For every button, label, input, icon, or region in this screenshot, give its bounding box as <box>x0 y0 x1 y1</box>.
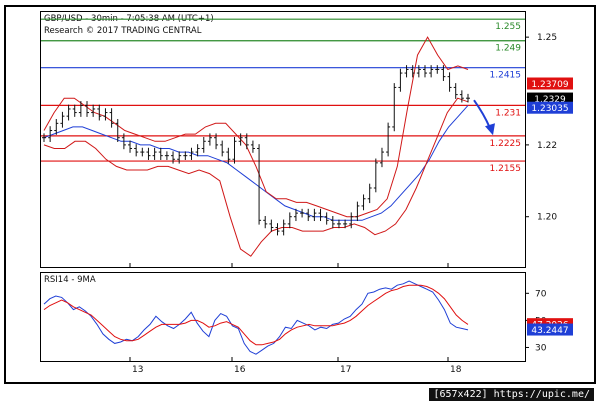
level-label: 1.2225 <box>490 139 522 149</box>
price-badge-label: 1.23709 <box>531 80 568 90</box>
level-label: 1.255 <box>495 22 521 32</box>
x-tick-label: 18 <box>450 365 462 375</box>
x-tick-label: 16 <box>234 365 246 375</box>
price-badge-label: 1.23035 <box>531 104 568 114</box>
chart-svg: 1.20 1.22 1.25 1.255 1.249 1.2415 1.231 1.2225 1… <box>41 18 573 375</box>
price-y-tick-label: 1.22 <box>537 141 557 151</box>
level-label: 1.249 <box>495 44 521 54</box>
bollinger-upper-line <box>43 36 469 218</box>
rsi-ma-line <box>43 284 469 346</box>
rsi-line <box>43 280 469 355</box>
forecast-arrow-line <box>473 99 491 129</box>
x-tick-label: 17 <box>340 365 351 375</box>
price-y-tick-label: 1.25 <box>537 33 557 43</box>
forecast-arrow-head <box>485 123 495 136</box>
level-label: 1.231 <box>495 108 521 118</box>
price-y-tick-label: 1.20 <box>537 213 557 223</box>
x-tick-label: 13 <box>132 365 143 375</box>
bollinger-lower-line <box>43 97 469 257</box>
chart-stage: GBP/USD - 30min - 7:05:38 AM (UTC+1) Res… <box>0 0 600 405</box>
rsi-badge-label: 43.2447 <box>531 326 568 336</box>
rsi-y-tick-label: 30 <box>535 343 547 353</box>
rsi-y-tick-label: 70 <box>535 289 547 299</box>
watermark-label: [657x422] https://upic.me/ <box>429 388 594 401</box>
moving-average-line <box>43 105 469 221</box>
level-label: 1.2415 <box>490 71 522 81</box>
level-label: 1.2155 <box>490 164 522 174</box>
